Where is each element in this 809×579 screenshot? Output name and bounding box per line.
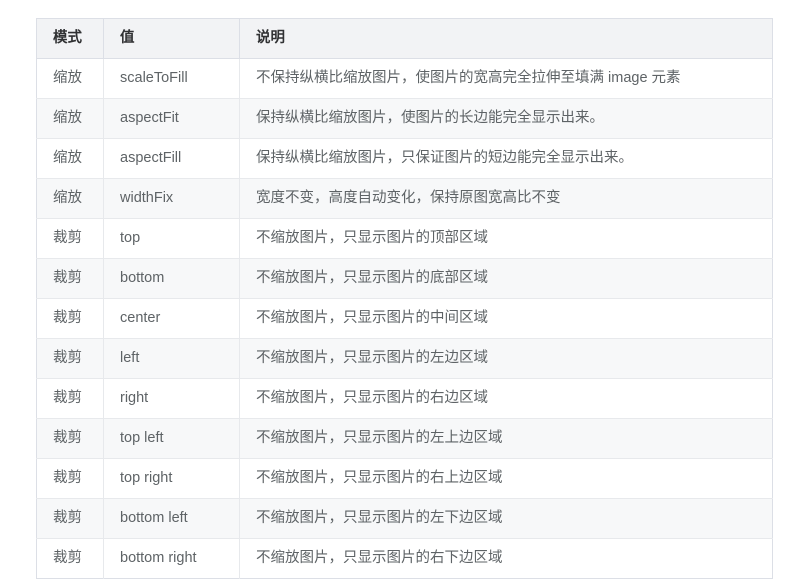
table-header-row: 模式 值 说明 (36, 18, 773, 59)
table-cell-desc: 宽度不变，高度自动变化，保持原图宽高比不变 (239, 178, 773, 219)
table-row: 裁剪 bottom left 不缩放图片，只显示图片的左下边区域 (36, 498, 773, 539)
table-cell-mode: 裁剪 (36, 218, 104, 259)
table-cell-desc: 不缩放图片，只显示图片的顶部区域 (239, 218, 773, 259)
table-cell-desc: 不缩放图片，只显示图片的左上边区域 (239, 418, 773, 459)
table-cell-mode: 缩放 (36, 58, 104, 99)
table-row: 缩放 scaleToFill 不保持纵横比缩放图片，使图片的宽高完全拉伸至填满 im… (36, 58, 773, 99)
table-cell-value: right (103, 378, 240, 419)
table-cell-mode: 缩放 (36, 138, 104, 179)
table-cell-desc: 不缩放图片，只显示图片的右下边区域 (239, 538, 773, 579)
table-row: 裁剪 top 不缩放图片，只显示图片的顶部区域 (36, 218, 773, 259)
table-row: 裁剪 top left 不缩放图片，只显示图片的左上边区域 (36, 418, 773, 459)
table-cell-mode: 裁剪 (36, 538, 104, 579)
table-cell-value: top left (103, 418, 240, 459)
table-row: 裁剪 top right 不缩放图片，只显示图片的右上边区域 (36, 458, 773, 499)
table-cell-desc: 不缩放图片，只显示图片的右上边区域 (239, 458, 773, 499)
table-cell-desc: 不缩放图片，只显示图片的左下边区域 (239, 498, 773, 539)
table-cell-desc: 不缩放图片，只显示图片的左边区域 (239, 338, 773, 379)
table-cell-desc: 不保持纵横比缩放图片，使图片的宽高完全拉伸至填满 image 元素 (239, 58, 773, 99)
table-row: 缩放 aspectFill 保持纵横比缩放图片，只保证图片的短边能完全显示出来。 (36, 138, 773, 179)
table-cell-mode: 裁剪 (36, 258, 104, 299)
table-row: 裁剪 bottom right 不缩放图片，只显示图片的右下边区域 (36, 538, 773, 579)
table-cell-mode: 裁剪 (36, 498, 104, 539)
table-cell-value: scaleToFill (103, 58, 240, 99)
table-cell-value: aspectFit (103, 98, 240, 139)
table-body: 缩放 scaleToFill 不保持纵横比缩放图片，使图片的宽高完全拉伸至填满 im… (36, 58, 773, 579)
table-cell-mode: 裁剪 (36, 378, 104, 419)
table-row: 缩放 widthFix 宽度不变，高度自动变化，保持原图宽高比不变 (36, 178, 773, 219)
column-header-value: 值 (103, 18, 240, 59)
table-cell-value: bottom (103, 258, 240, 299)
table-cell-mode: 裁剪 (36, 298, 104, 339)
column-header-desc: 说明 (239, 18, 773, 59)
table-cell-mode: 裁剪 (36, 458, 104, 499)
table-cell-mode: 裁剪 (36, 418, 104, 459)
table-cell-value: center (103, 298, 240, 339)
table-cell-value: aspectFill (103, 138, 240, 179)
table-cell-value: left (103, 338, 240, 379)
table-cell-mode: 缩放 (36, 178, 104, 219)
table-header: 模式 值 说明 (36, 18, 773, 59)
table-row: 裁剪 center 不缩放图片，只显示图片的中间区域 (36, 298, 773, 339)
table-cell-value: bottom right (103, 538, 240, 579)
page-root: 模式 值 说明 缩放 scaleToFill 不保持纵横比缩放图片，使图片的宽高完全… (0, 0, 809, 579)
table-cell-mode: 缩放 (36, 98, 104, 139)
table-row: 缩放 aspectFit 保持纵横比缩放图片，使图片的长边能完全显示出来。 (36, 98, 773, 139)
table-cell-desc: 保持纵横比缩放图片，使图片的长边能完全显示出来。 (239, 98, 773, 139)
column-header-mode: 模式 (36, 18, 104, 59)
table-cell-value: top (103, 218, 240, 259)
table-cell-mode: 裁剪 (36, 338, 104, 379)
table-row: 裁剪 right 不缩放图片，只显示图片的右边区域 (36, 378, 773, 419)
table-cell-desc: 不缩放图片，只显示图片的底部区域 (239, 258, 773, 299)
image-mode-table-container: 模式 值 说明 缩放 scaleToFill 不保持纵横比缩放图片，使图片的宽高完全… (36, 18, 773, 579)
table-cell-desc: 保持纵横比缩放图片，只保证图片的短边能完全显示出来。 (239, 138, 773, 179)
image-mode-table: 模式 值 说明 缩放 scaleToFill 不保持纵横比缩放图片，使图片的宽高完全… (36, 18, 773, 579)
table-cell-value: top right (103, 458, 240, 499)
table-cell-desc: 不缩放图片，只显示图片的右边区域 (239, 378, 773, 419)
table-row: 裁剪 left 不缩放图片，只显示图片的左边区域 (36, 338, 773, 379)
table-cell-desc: 不缩放图片，只显示图片的中间区域 (239, 298, 773, 339)
table-row: 裁剪 bottom 不缩放图片，只显示图片的底部区域 (36, 258, 773, 299)
table-cell-value: bottom left (103, 498, 240, 539)
table-cell-value: widthFix (103, 178, 240, 219)
